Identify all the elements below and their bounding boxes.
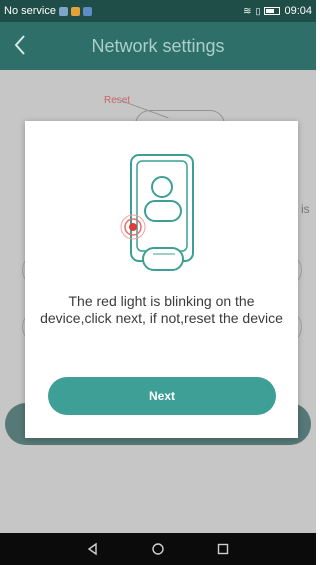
app-notification-icon: [58, 6, 68, 16]
page-title: Network settings: [91, 35, 225, 56]
triangle-back-icon: [87, 542, 97, 556]
app-header: Network settings: [0, 22, 316, 70]
next-button[interactable]: Next: [48, 377, 276, 415]
instruction-message: The red light is blinking on the device,…: [40, 293, 283, 326]
back-button[interactable]: [10, 32, 38, 60]
carrier-text: No service: [4, 5, 56, 17]
navigation-bar: [0, 533, 316, 565]
clock-text: 09:04: [284, 5, 312, 17]
circle-home-icon: [152, 543, 164, 555]
wifi-icon: ≋: [243, 5, 252, 17]
chevron-left-icon: [14, 35, 25, 55]
nav-home-button[interactable]: [148, 539, 168, 559]
app-notification-icon: [70, 6, 80, 16]
status-bar: No service ≋ ▯ 09:04: [0, 0, 316, 22]
reset-instruction-dialog: The red light is blinking on the device,…: [25, 121, 298, 438]
square-recents-icon: [218, 543, 229, 555]
nav-back-button[interactable]: [83, 539, 103, 559]
app-notification-icon: [82, 6, 92, 16]
nav-recents-button[interactable]: [213, 539, 233, 559]
sim-icon: ▯: [255, 5, 261, 16]
device-illustration: [120, 154, 194, 271]
battery-icon: [264, 7, 281, 15]
